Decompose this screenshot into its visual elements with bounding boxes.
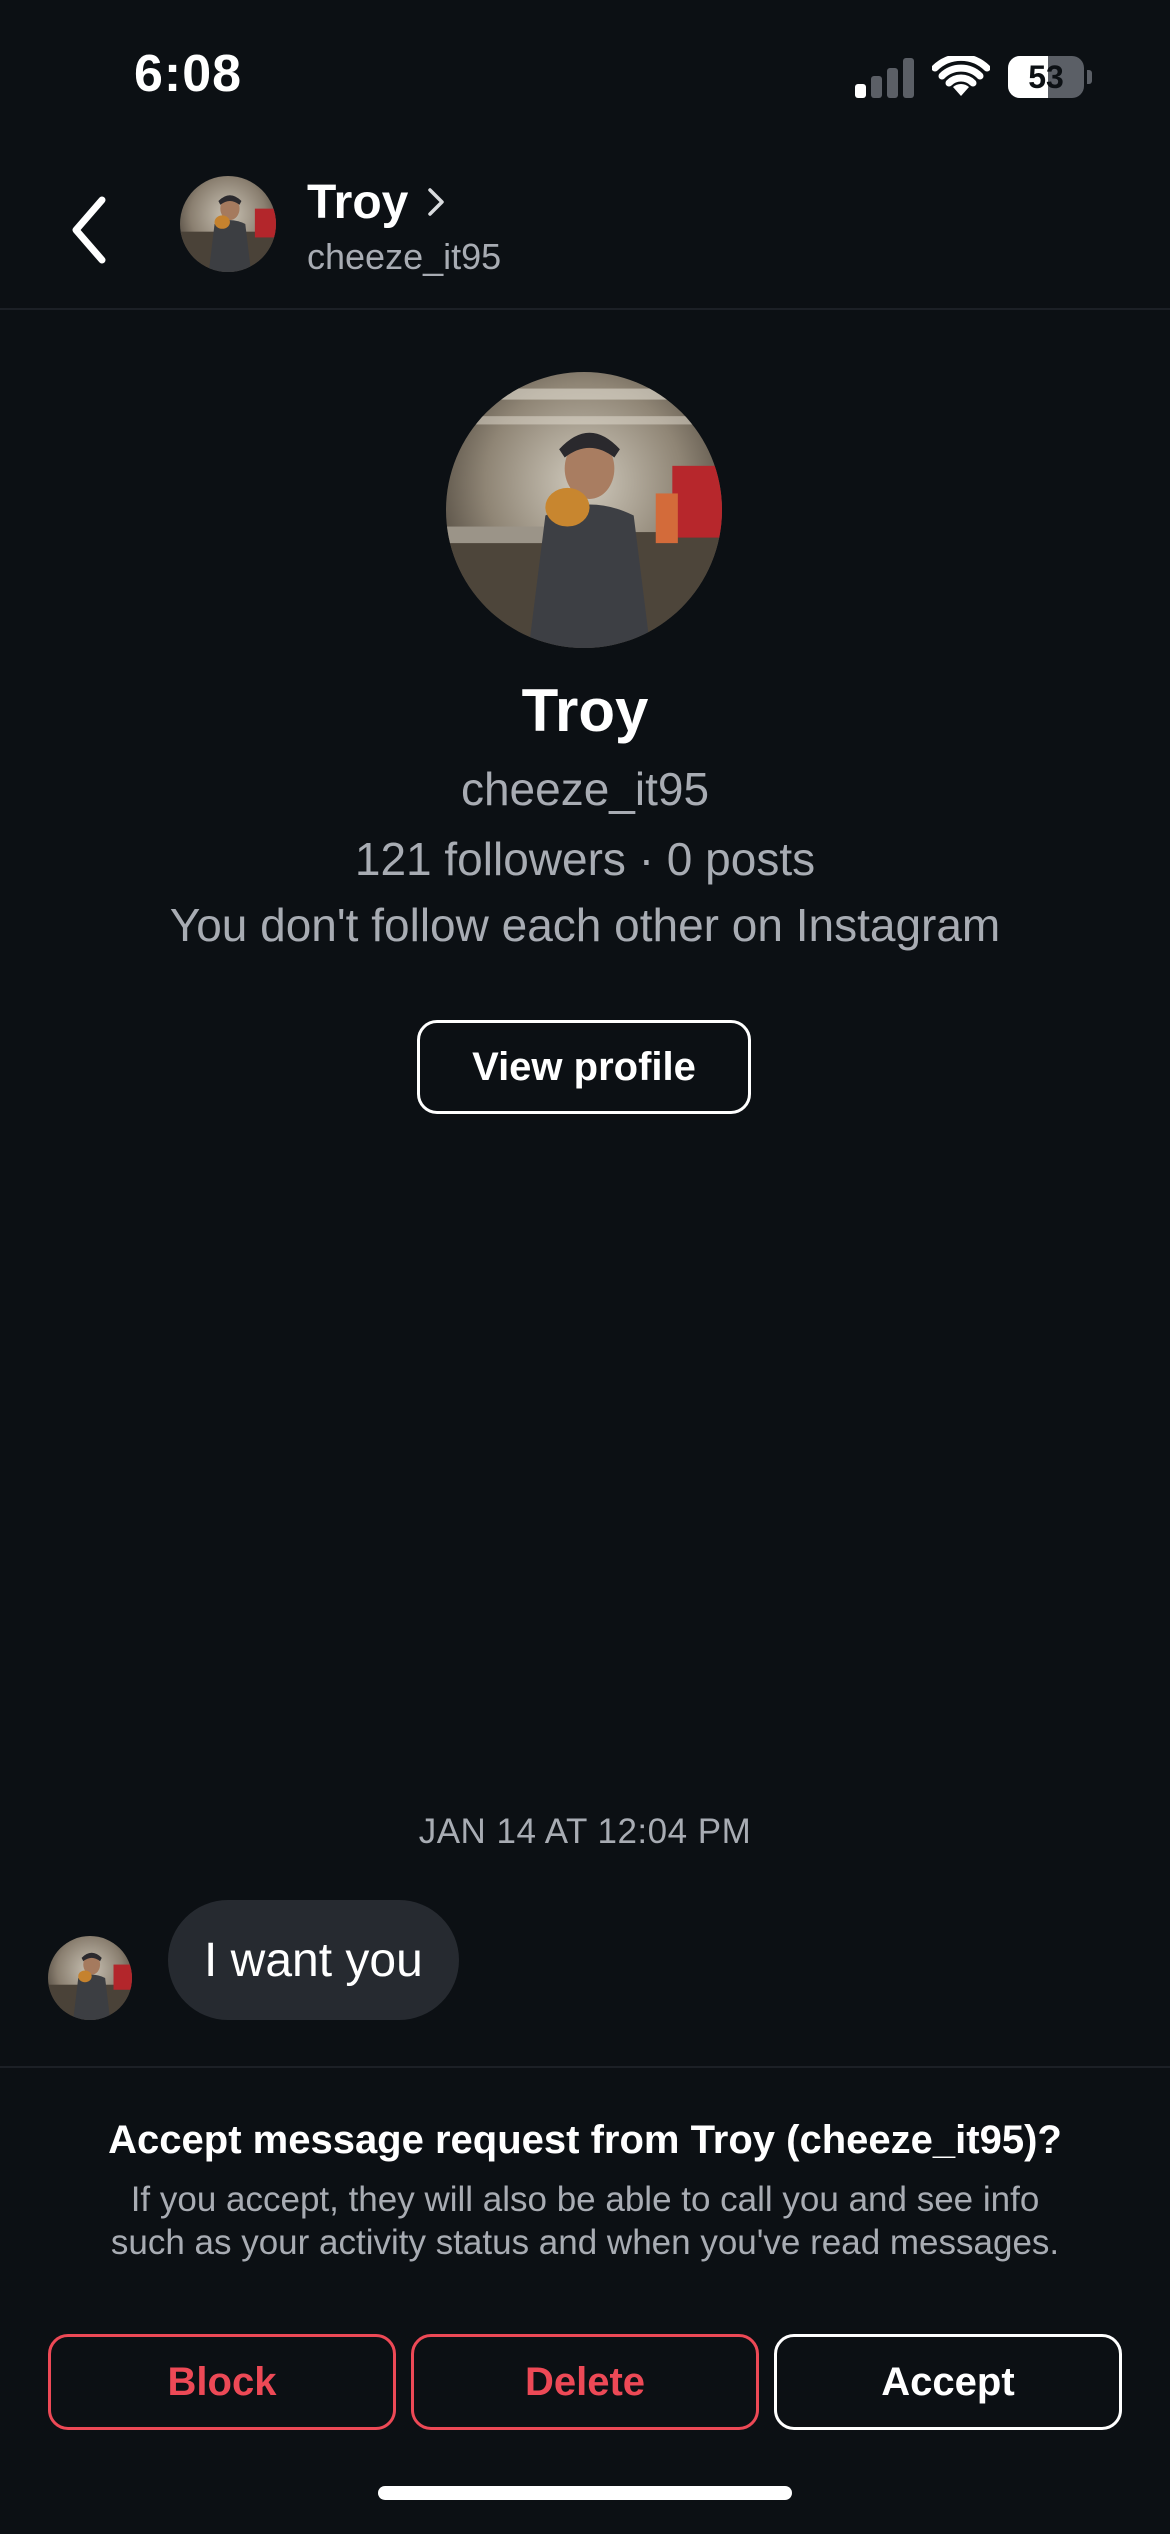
profile-username: cheeze_it95: [460, 763, 710, 815]
profile-photo: [180, 176, 276, 272]
header-username: cheeze_it95: [307, 236, 502, 277]
back-button[interactable]: [58, 190, 128, 270]
header-avatar[interactable]: [180, 176, 276, 272]
status-bar: 6:08 53: [0, 0, 1170, 150]
accept-button[interactable]: Accept: [774, 2334, 1122, 2430]
message-timestamp: JAN 14 AT 12:04 PM: [418, 1812, 752, 1851]
block-button[interactable]: Block: [48, 2334, 396, 2430]
chat-header: Troy cheeze_it95: [0, 150, 1170, 310]
follow-status-note: You don't follow each other on Instagram: [169, 899, 1001, 951]
battery-percent: 53: [1028, 59, 1064, 95]
profile-name: Troy: [521, 677, 649, 744]
message-request-panel: Accept message request from Troy (cheeze…: [0, 2066, 1170, 2534]
profile-photo: [48, 1936, 132, 2020]
chevron-right-icon: [428, 188, 445, 216]
delete-button[interactable]: Delete: [411, 2334, 759, 2430]
request-title: Accept message request from Troy (cheeze…: [108, 2118, 1062, 2162]
battery-icon: 53: [1008, 56, 1092, 98]
cellular-signal-icon: [855, 58, 915, 98]
request-description-line: such as your activity status and when yo…: [110, 2223, 1060, 2262]
home-indicator[interactable]: [378, 2486, 792, 2500]
message-bubble[interactable]: I want you: [168, 1900, 459, 2020]
profile-photo: [446, 372, 722, 648]
status-time: 6:08: [134, 45, 243, 103]
request-description: If you accept, they will also be able to…: [60, 2178, 1110, 2264]
header-name-row[interactable]: Troy: [307, 172, 448, 232]
profile-stats: 121 followers · 0 posts: [354, 833, 816, 885]
message-sender-avatar[interactable]: [48, 1936, 132, 2020]
profile-avatar[interactable]: [446, 372, 722, 648]
chevron-left-icon: [72, 196, 106, 264]
view-profile-button[interactable]: View profile: [417, 1020, 751, 1114]
header-name: Troy: [307, 175, 409, 229]
request-description-line: If you accept, they will also be able to…: [130, 2180, 1040, 2219]
wifi-icon: [931, 53, 991, 100]
